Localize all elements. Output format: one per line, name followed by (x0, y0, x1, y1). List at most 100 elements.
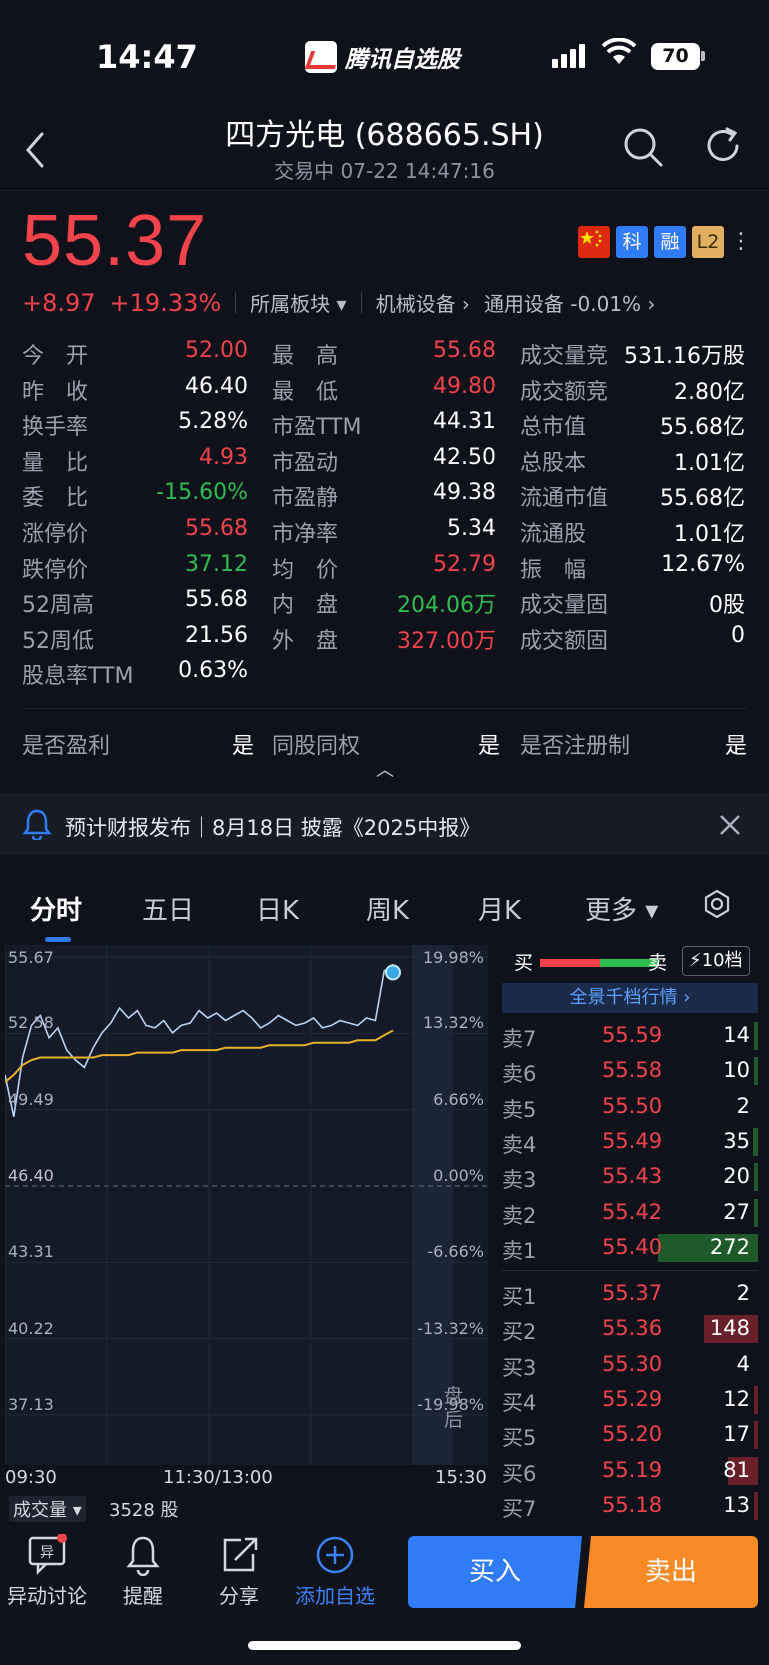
orderbook-row[interactable]: 买7 55.18 13 (502, 1490, 758, 1523)
quote-value: 5.28% (178, 409, 248, 434)
volume-depth-bar (754, 1022, 758, 1050)
orderbook-row[interactable]: 买5 55.20 17 (502, 1419, 758, 1452)
buy-button[interactable]: 买入 (408, 1536, 582, 1608)
svg-text:异: 异 (40, 1545, 54, 1561)
quote-label: 委 比 (22, 486, 89, 511)
status-app-name: 腾讯自选股 (345, 47, 460, 73)
volume-bar: 成交量 ▾ 3528 股 (5, 1494, 488, 1522)
orderbook-label: 买5 (502, 1426, 537, 1451)
orderbook-label: 买6 (502, 1461, 537, 1486)
quote-label: 今 开 (22, 344, 89, 369)
orderbook-price: 55.42 (601, 1199, 663, 1224)
more-dots-icon[interactable]: ⋮ (730, 231, 752, 253)
orderbook-row[interactable]: 卖4 55.49 35 (502, 1126, 758, 1159)
status-app-indicator: 腾讯自选股 (305, 40, 460, 74)
orderbook-row[interactable]: 买4 55.29 12 (502, 1384, 758, 1417)
orderbook-label: 卖7 (502, 1027, 537, 1051)
last-price-marker (385, 964, 401, 981)
bell-icon (22, 808, 52, 844)
y-axis-left-label: 46.40 (8, 1166, 54, 1185)
quote-value: 5.34 (447, 516, 496, 541)
collapse-chevron-icon[interactable]: ︿ (376, 756, 394, 782)
sell-side-label: 卖 (648, 952, 668, 974)
depth-toggle-button[interactable]: ⚡10档 (682, 946, 750, 976)
tab-daily-k[interactable]: 日K (256, 890, 299, 927)
close-icon[interactable] (718, 813, 742, 841)
orderbook-row[interactable]: 卖1 55.40 272 (502, 1232, 758, 1265)
tab-five-day[interactable]: 五日 (142, 890, 194, 927)
tab-more[interactable]: 更多 ▾ (585, 890, 658, 927)
quote-value: 52.00 (185, 338, 248, 363)
volume-depth-bar (754, 1421, 758, 1450)
quote-value: 55.68亿 (660, 486, 745, 511)
panorama-depth-link[interactable]: 全景千档行情 › (502, 983, 758, 1013)
quote-label: 市盈TTM (272, 415, 362, 440)
sector-link-1[interactable]: 机械设备 › (376, 288, 470, 317)
orderbook-label: 买7 (502, 1496, 537, 1521)
flag-label: 同股同权 (272, 734, 361, 759)
change-line: +8.97 +19.33% 所属板块 ▾ 机械设备 › 通用设备 -0.01% … (22, 288, 655, 317)
orderbook-vol: 10 (723, 1058, 750, 1083)
search-icon[interactable] (622, 126, 664, 172)
sector-link-2[interactable]: 通用设备 -0.01% › (484, 288, 655, 317)
quote-value: 42.50 (433, 445, 496, 470)
after-hours-label: 盘后 (444, 1385, 464, 1431)
orderbook-row[interactable]: 买2 55.36 148 (502, 1313, 758, 1346)
orderbook-row[interactable]: 卖3 55.43 20 (502, 1161, 758, 1194)
quote-value: 531.16万股 (624, 344, 745, 369)
orderbook-row[interactable]: 卖2 55.42 27 (502, 1197, 758, 1230)
quote-label: 量 比 (22, 451, 89, 476)
volume-dropdown[interactable]: 成交量 ▾ (9, 1496, 86, 1522)
quote-label: 昨 收 (22, 380, 89, 405)
tab-monthly-k[interactable]: 月K (478, 890, 521, 927)
discuss-label: 异动讨论 (7, 1584, 87, 1608)
y-axis-left-label: 43.31 (8, 1242, 54, 1262)
orderbook-row[interactable]: 卖7 55.59 14 (502, 1020, 758, 1053)
add-watchlist-button[interactable]: 添加自选 (290, 1530, 380, 1609)
orderbook-row[interactable]: 买6 55.19 81 (502, 1455, 758, 1488)
orderbook-price: 55.43 (601, 1164, 663, 1189)
buy-side-label: 买 (514, 952, 534, 974)
quote-value: 55.68 (433, 338, 496, 363)
discuss-icon: 异 (2, 1530, 92, 1580)
orderbook-label: 卖3 (502, 1168, 537, 1193)
volume-value: 3528 股 (109, 1500, 179, 1521)
tab-weekly-k[interactable]: 周K (366, 890, 409, 927)
quote-label: 总市值 (520, 415, 587, 440)
orderbook-vol: 14 (723, 1023, 750, 1047)
orderbook-row[interactable]: 买3 55.30 4 (502, 1349, 758, 1382)
quote-label: 流通市值 (520, 486, 609, 511)
home-indicator[interactable] (248, 1641, 521, 1650)
orderbook-vol: 13 (723, 1492, 750, 1517)
orderbook-label: 买4 (502, 1390, 537, 1415)
orderbook-vol: 12 (723, 1386, 750, 1411)
sector-dropdown[interactable]: 所属板块 ▾ (250, 288, 346, 317)
y-axis-right-label: 19.98% (422, 948, 484, 967)
discuss-nav-button[interactable]: 异 异动讨论 (2, 1530, 92, 1609)
quote-value: 0 (731, 623, 745, 648)
share-nav-button[interactable]: 分享 (194, 1530, 284, 1609)
badge-row[interactable]: 科 融 L2 ⋮ (578, 226, 752, 258)
alert-nav-button[interactable]: 提醒 (98, 1530, 188, 1609)
orderbook-price: 55.58 (601, 1058, 663, 1083)
orderbook-row[interactable]: 卖5 55.50 2 (502, 1091, 758, 1124)
orderbook-row[interactable]: 卖6 55.58 10 (502, 1055, 758, 1088)
star-market-badge: 科 (616, 226, 648, 258)
quote-value: 49.38 (433, 480, 496, 505)
quote-label: 均 价 (272, 558, 339, 583)
sell-button[interactable]: 卖出 (584, 1536, 758, 1608)
price-change: +8.97 (22, 288, 96, 317)
quote-value: 21.56 (185, 623, 248, 648)
quote-value: 0股 (709, 593, 745, 618)
y-axis-right-label: 0.00% (433, 1166, 484, 1185)
quote-label: 成交量固 (520, 593, 609, 618)
share-icon (194, 1530, 284, 1580)
orderbook-price: 55.36 (601, 1316, 663, 1341)
refresh-icon[interactable] (703, 126, 743, 170)
chart-settings-icon[interactable] (702, 889, 732, 923)
orderbook-row[interactable]: 买1 55.37 2 (502, 1278, 758, 1311)
orderbook-price: 55.18 (601, 1492, 663, 1517)
y-axis-right-label: -13.32% (417, 1318, 484, 1338)
tab-intraday[interactable]: 分时 (30, 890, 82, 927)
notice-text: 预计财报发布｜8月18日 披露《2025中报》 (65, 816, 481, 840)
